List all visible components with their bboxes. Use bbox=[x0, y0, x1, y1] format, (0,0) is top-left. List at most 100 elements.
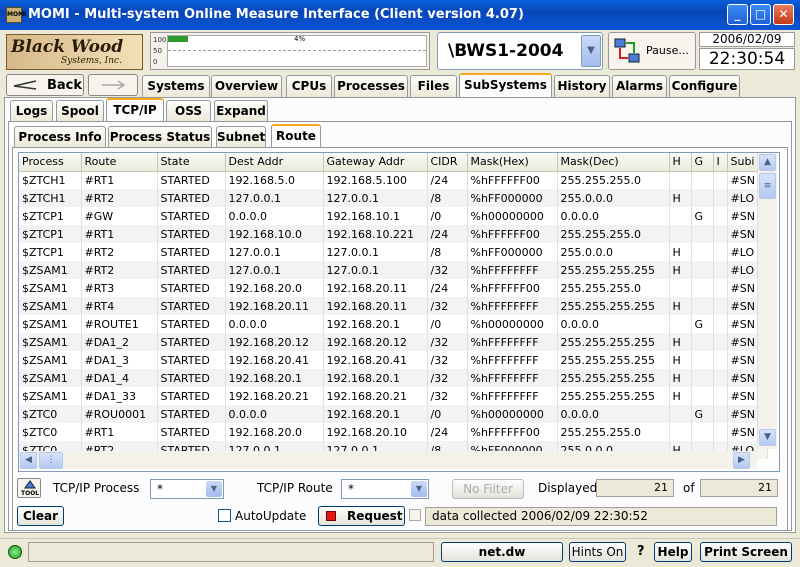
table-cell: STARTED bbox=[157, 315, 226, 333]
table-cell: G bbox=[691, 207, 714, 225]
table-row[interactable]: $ZSAM1 #DA1_2 STARTED 192.168.20.12 192.168.… bbox=[19, 333, 768, 351]
table-cell: STARTED bbox=[157, 279, 226, 297]
tab-history[interactable]: History bbox=[554, 75, 610, 97]
table-cell: %hFF000000 bbox=[467, 189, 558, 207]
help-button[interactable]: Help bbox=[654, 542, 692, 562]
forward-button[interactable] bbox=[88, 74, 138, 96]
scroll-down-icon[interactable]: ▼ bbox=[759, 429, 776, 446]
tab-overview[interactable]: Overview bbox=[211, 75, 282, 97]
request-button[interactable]: Request bbox=[318, 506, 405, 526]
scroll-right-icon[interactable]: ▶ bbox=[733, 452, 750, 469]
scroll-thumb[interactable]: ≡ bbox=[759, 173, 776, 199]
tab-alarms[interactable]: Alarms bbox=[612, 75, 667, 97]
table-cell: H bbox=[669, 369, 692, 387]
table-row[interactable]: $ZTC0 #ROU0001 STARTED 0.0.0.0 192.168.20.1/… bbox=[19, 405, 768, 423]
table-row[interactable]: $ZSAM1 #RT4 STARTED 192.168.20.11 192.168.20… bbox=[19, 297, 768, 315]
status-bar: net.dw Hints On ? Help Print Screen bbox=[0, 538, 800, 567]
table-cell: %hFF000000 bbox=[467, 243, 558, 261]
clear-button[interactable]: Clear bbox=[17, 506, 64, 526]
column-header[interactable]: Route bbox=[81, 153, 158, 172]
table-cell bbox=[669, 279, 692, 297]
table-cell: %hFFFFFF00 bbox=[467, 225, 558, 243]
table-cell: STARTED bbox=[157, 243, 226, 261]
column-header[interactable]: Mask(Dec) bbox=[557, 153, 670, 172]
table-row[interactable]: $ZTCP1 #GW STARTED 0.0.0.0 192.168.10.1/0 %h0… bbox=[19, 207, 768, 225]
column-header[interactable]: Gateway Addr bbox=[323, 153, 428, 172]
no-filter-button[interactable]: No Filter bbox=[452, 479, 524, 499]
subtab-logs[interactable]: Logs bbox=[10, 100, 53, 122]
route-filter-combo[interactable]: * ▼ bbox=[341, 479, 429, 499]
tab-systems[interactable]: Systems bbox=[142, 75, 210, 97]
server-button[interactable]: net.dw bbox=[441, 542, 563, 562]
maximize-button[interactable]: □ bbox=[750, 4, 771, 25]
tcp-tab-route[interactable]: Route bbox=[271, 124, 321, 148]
chevron-down-icon[interactable]: ▼ bbox=[206, 481, 222, 497]
pause-button[interactable]: Pause... bbox=[608, 32, 696, 70]
print-screen-button[interactable]: Print Screen bbox=[700, 542, 792, 562]
column-header[interactable]: State bbox=[157, 153, 226, 172]
table-row[interactable]: $ZSAM1 #RT3 STARTED 192.168.20.0 192.168.20.… bbox=[19, 279, 768, 297]
current-date: 2006/02/09 bbox=[699, 32, 795, 47]
table-cell: G bbox=[691, 315, 714, 333]
question-icon[interactable]: ? bbox=[637, 544, 645, 559]
column-header[interactable]: Mask(Hex) bbox=[467, 153, 558, 172]
table-cell: STARTED bbox=[157, 171, 226, 189]
chevron-down-icon[interactable]: ▼ bbox=[581, 35, 601, 67]
close-button[interactable]: ✕ bbox=[773, 4, 794, 25]
tab-files[interactable]: Files bbox=[410, 75, 457, 97]
table-row[interactable]: $ZTCH1 #RT2 STARTED 127.0.0.1 127.0.0.1/8 %hF… bbox=[19, 189, 768, 207]
table-row[interactable]: $ZSAM1 #DA1_3 STARTED 192.168.20.41 192.168.… bbox=[19, 351, 768, 369]
table-row[interactable]: $ZSAM1 #RT2 STARTED 127.0.0.1 127.0.0.1/32 %h… bbox=[19, 261, 768, 279]
system-selector[interactable]: \BWS1-2004 ▼ bbox=[437, 32, 603, 70]
subtab-oss[interactable]: OSS bbox=[166, 100, 211, 122]
minimize-button[interactable]: _ bbox=[727, 4, 748, 25]
subtab-spool[interactable]: Spool bbox=[56, 100, 104, 122]
back-button[interactable]: Back bbox=[6, 74, 84, 96]
table-row[interactable]: $ZSAM1 #DA1_4 STARTED 192.168.20.1 192.168.2… bbox=[19, 369, 768, 387]
subtab-expand[interactable]: Expand bbox=[214, 100, 268, 122]
table-row[interactable]: $ZTCP1 #RT1 STARTED 192.168.10.0 192.168.10.… bbox=[19, 225, 768, 243]
logo-name: Black Wood bbox=[11, 37, 124, 57]
process-filter-combo[interactable]: * ▼ bbox=[150, 479, 224, 499]
scroll-up-icon[interactable]: ▲ bbox=[759, 154, 776, 171]
chevron-down-icon[interactable]: ▼ bbox=[411, 481, 427, 497]
hscroll-thumb[interactable]: ⋮ bbox=[39, 452, 63, 469]
tool-button[interactable]: TOOL bbox=[17, 478, 41, 498]
table-cell bbox=[713, 261, 728, 279]
table-cell: 255.255.255.255 bbox=[557, 297, 670, 315]
table-cell bbox=[713, 243, 728, 261]
tab-subsystems[interactable]: SubSystems bbox=[459, 73, 552, 97]
hints-toggle-button[interactable]: Hints On bbox=[569, 542, 626, 562]
table-cell: 255.255.255.255 bbox=[557, 261, 670, 279]
column-header[interactable]: CIDR bbox=[427, 153, 468, 172]
table-cell: $ZTCP1 bbox=[19, 225, 82, 243]
table-cell: #RT4 bbox=[81, 297, 158, 315]
table-row[interactable]: $ZTCH1 #RT1 STARTED 192.168.5.0 192.168.5.10… bbox=[19, 171, 768, 189]
table-cell: 192.168.20.41 bbox=[323, 351, 428, 369]
table-row[interactable]: $ZTC0 #RT1 STARTED 192.168.20.0 192.168.20.1… bbox=[19, 423, 768, 441]
tcp-tab-subnet[interactable]: Subnet bbox=[216, 126, 266, 148]
table-row[interactable]: $ZTCP1 #RT2 STARTED 127.0.0.1 127.0.0.1/8 %hF… bbox=[19, 243, 768, 261]
tab-cpus[interactable]: CPUs bbox=[286, 75, 332, 97]
column-header[interactable]: Dest Addr bbox=[225, 153, 324, 172]
subtab-tcp-ip[interactable]: TCP/IP bbox=[106, 98, 164, 122]
column-header[interactable]: Process bbox=[19, 153, 82, 172]
table-cell: %hFFFFFF00 bbox=[467, 423, 558, 441]
tab-processes[interactable]: Processes bbox=[334, 75, 408, 97]
table-row[interactable]: $ZSAM1 #DA1_33 STARTED 192.168.20.21 192.168… bbox=[19, 387, 768, 405]
table-cell: #ROU0001 bbox=[81, 405, 158, 423]
scroll-left-icon[interactable]: ◀ bbox=[20, 452, 37, 469]
autoupdate-checkbox[interactable] bbox=[218, 509, 231, 522]
tab-configure[interactable]: Configure bbox=[669, 75, 740, 97]
tcp-tab-process-status[interactable]: Process Status bbox=[108, 126, 212, 148]
column-header[interactable]: I bbox=[713, 153, 728, 172]
route-filter-value: * bbox=[348, 482, 354, 496]
column-header[interactable]: H bbox=[669, 153, 692, 172]
table-cell: %hFFFFFFFF bbox=[467, 387, 558, 405]
tcp-tab-process-info[interactable]: Process Info bbox=[14, 126, 106, 148]
column-header[interactable]: G bbox=[691, 153, 714, 172]
table-row[interactable]: $ZSAM1 #ROUTE1 STARTED 0.0.0.0 192.168.20.1/… bbox=[19, 315, 768, 333]
vertical-scrollbar[interactable]: ▲ ≡ ▼ bbox=[757, 153, 777, 449]
horizontal-scrollbar[interactable]: ◀ ⋮ ▶ bbox=[19, 451, 757, 469]
collected-indicator-checkbox[interactable] bbox=[409, 509, 421, 521]
